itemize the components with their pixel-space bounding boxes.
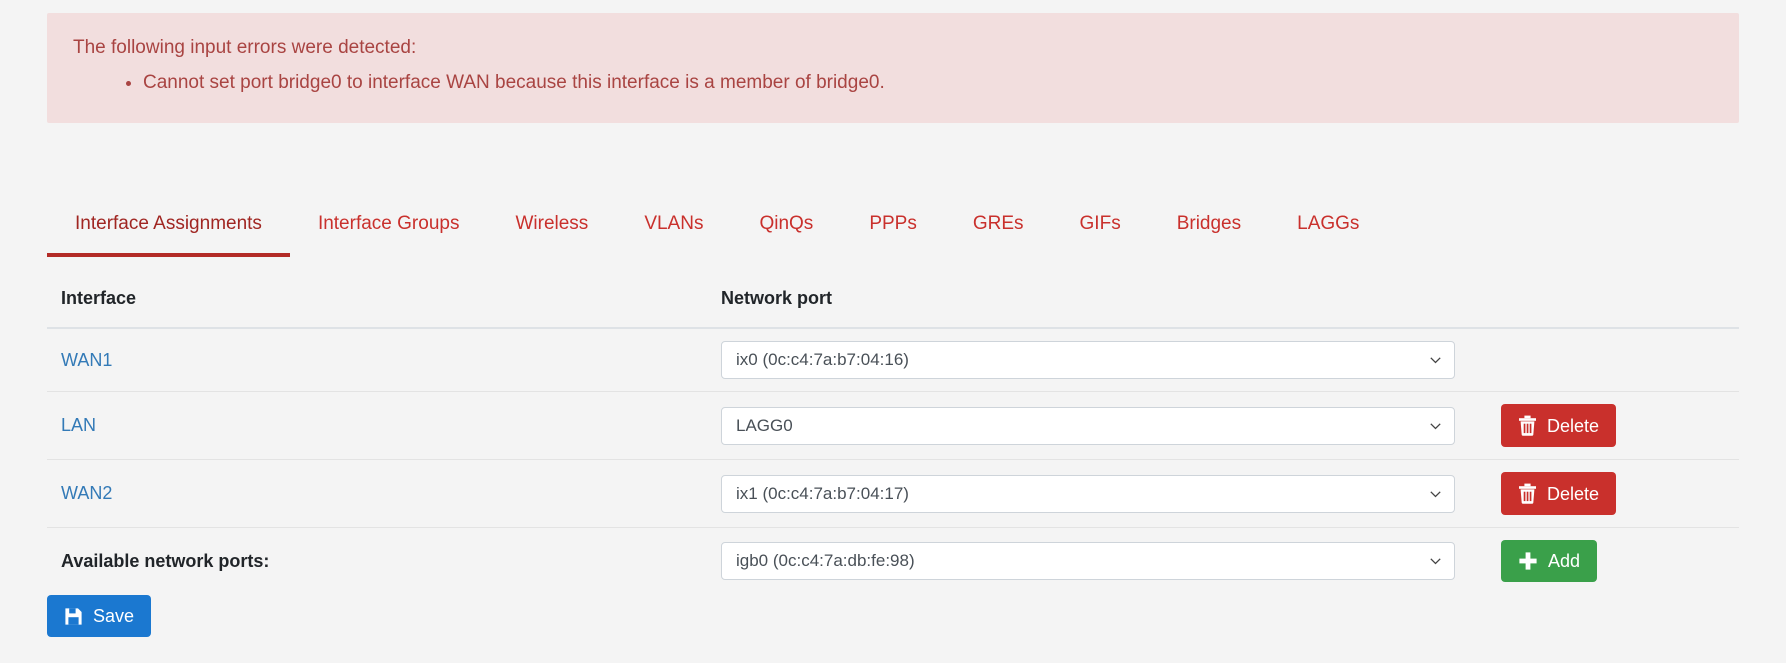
- interface-cell: LAN: [47, 391, 707, 460]
- available-ports-label-cell: Available network ports:: [47, 528, 707, 595]
- port-select-wrapper: igb0 (0c:c4:7a:db:fe:98): [721, 542, 1455, 580]
- available-ports-row: Available network ports: igb0 (0c:c4:7a:…: [47, 528, 1739, 595]
- interface-assignments-page: The following input errors were detected…: [0, 0, 1786, 663]
- input-errors-alert: The following input errors were detected…: [47, 13, 1739, 123]
- port-select-wrapper: ix0 (0c:c4:7a:b7:04:16): [721, 341, 1455, 379]
- interface-link-wan1[interactable]: WAN1: [61, 350, 112, 370]
- row-actions-cell: Add: [1487, 528, 1739, 595]
- save-button-label: Save: [93, 606, 135, 626]
- interface-link-wan2[interactable]: WAN2: [61, 483, 112, 503]
- available-network-ports-label: Available network ports:: [61, 550, 270, 571]
- delete-button-label: Delete: [1547, 415, 1600, 436]
- tab-gifs[interactable]: GIFs: [1052, 203, 1149, 257]
- alert-title: The following input errors were detected…: [73, 37, 417, 58]
- tab-gres[interactable]: GREs: [945, 203, 1052, 257]
- tab-laggs[interactable]: LAGGs: [1269, 203, 1387, 257]
- plus-icon: [1519, 552, 1537, 570]
- table-row: WAN1 ix0 (0c:c4:7a:b7:04:16): [47, 328, 1739, 392]
- row-actions-cell: Delete: [1487, 391, 1739, 460]
- interface-cell: WAN1: [47, 328, 707, 392]
- port-select-lan[interactable]: LAGG0: [721, 406, 1455, 445]
- tab-vlans[interactable]: VLANs: [616, 203, 731, 257]
- delete-button-lan[interactable]: Delete: [1501, 404, 1617, 447]
- port-select-wan1[interactable]: ix0 (0c:c4:7a:b7:04:16): [721, 341, 1455, 379]
- delete-button-wan2[interactable]: Delete: [1501, 472, 1617, 515]
- save-button[interactable]: Save: [47, 595, 152, 637]
- available-ports-select-cell: igb0 (0c:c4:7a:db:fe:98): [707, 528, 1487, 595]
- floppy-disk-icon: [65, 607, 82, 625]
- column-header-actions: [1487, 288, 1739, 329]
- add-button-label: Add: [1548, 551, 1581, 571]
- interface-cell: WAN2: [47, 459, 707, 528]
- table-header-row: Interface Network port: [47, 288, 1739, 329]
- port-select-wrapper: ix1 (0c:c4:7a:b7:04:17): [721, 474, 1455, 513]
- network-port-cell: ix0 (0c:c4:7a:b7:04:16): [707, 328, 1487, 392]
- row-actions-cell: Delete: [1487, 459, 1739, 528]
- port-select-wan2[interactable]: ix1 (0c:c4:7a:b7:04:17): [721, 474, 1455, 513]
- save-button-wrapper: Save: [47, 595, 152, 637]
- column-header-interface: Interface: [47, 288, 707, 329]
- table-row: LAN LAGG0 Delete: [47, 391, 1739, 460]
- row-actions-cell: [1487, 328, 1739, 392]
- tab-interface-assignments[interactable]: Interface Assignments: [47, 203, 290, 257]
- trash-icon: [1519, 483, 1536, 504]
- port-select-wrapper: LAGG0: [721, 406, 1455, 445]
- interface-assignments-table: Interface Network port WAN1 ix0 (0c:c4:7…: [47, 288, 1739, 594]
- tab-wireless[interactable]: Wireless: [487, 203, 616, 257]
- tab-interface-groups[interactable]: Interface Groups: [290, 203, 488, 257]
- tab-bar: Interface Assignments Interface Groups W…: [47, 185, 1739, 257]
- list-item: Cannot set port bridge0 to interface WAN…: [143, 69, 1713, 97]
- tab-bridges[interactable]: Bridges: [1149, 203, 1269, 257]
- available-port-select[interactable]: igb0 (0c:c4:7a:db:fe:98): [721, 542, 1455, 580]
- add-button[interactable]: Add: [1501, 540, 1598, 582]
- interface-link-lan[interactable]: LAN: [61, 415, 96, 435]
- tab-ppps[interactable]: PPPs: [841, 203, 945, 257]
- trash-icon: [1519, 415, 1536, 436]
- network-port-cell: ix1 (0c:c4:7a:b7:04:17): [707, 459, 1487, 528]
- tab-qinqs[interactable]: QinQs: [731, 203, 841, 257]
- alert-error-list: Cannot set port bridge0 to interface WAN…: [73, 69, 1713, 97]
- column-header-network-port: Network port: [707, 288, 1487, 329]
- network-port-cell: LAGG0: [707, 391, 1487, 460]
- table-row: WAN2 ix1 (0c:c4:7a:b7:04:17) Delete: [47, 459, 1739, 528]
- delete-button-label: Delete: [1547, 483, 1600, 504]
